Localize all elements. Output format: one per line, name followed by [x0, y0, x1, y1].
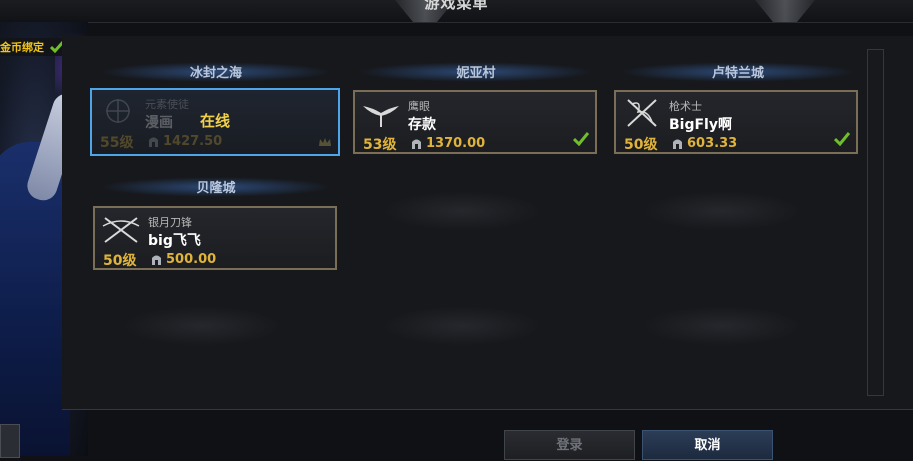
character-class: 元素使徒 [145, 98, 189, 111]
server-title: 妮亚村 [358, 62, 594, 82]
online-status: 在线 [200, 112, 231, 130]
dialog-title: 游戏菜单 [424, 0, 489, 12]
top-bar: 游戏菜单 [0, 0, 913, 23]
bg-emblem [382, 191, 542, 231]
hawkeye-emblem-icon [363, 106, 399, 127]
bg-emblem [382, 306, 542, 346]
character-class: 枪术士 [669, 100, 702, 113]
lancer-emblem-icon [627, 99, 657, 127]
character-name: BigFly啊 [669, 117, 732, 133]
character-level: 55级 [100, 135, 134, 151]
gold-bind-label: 金币绑定 [0, 41, 44, 54]
power-value: 1427.50 [163, 134, 223, 149]
character-power: 500.00 [151, 252, 216, 267]
bg-emblem [642, 306, 802, 346]
crown-icon [319, 138, 331, 146]
character-level: 53级 [363, 137, 397, 153]
power-value: 603.33 [687, 136, 738, 151]
helmet-icon [152, 255, 161, 265]
class-emblem-icon [106, 99, 130, 123]
helmet-icon [673, 139, 682, 149]
character-name: 漫画 [145, 115, 173, 131]
bg-emblem [642, 191, 802, 231]
character-card[interactable]: 枪术士 BigFly啊 50级 603.33 [614, 90, 858, 154]
character-class: 银月刀锋 [148, 216, 192, 229]
left-edge-button[interactable] [0, 424, 20, 458]
divider [62, 409, 913, 410]
character-name: 存款 [408, 117, 436, 133]
character-level: 50级 [103, 253, 137, 269]
gold-bind-indicator: 金币绑定 [0, 38, 68, 56]
helmet-icon [149, 137, 158, 147]
character-level: 50级 [624, 137, 658, 153]
character-power: 1427.50 [148, 134, 222, 149]
server-title: 贝隆城 [100, 177, 332, 197]
character-class: 鹰眼 [408, 100, 430, 113]
character-name: big飞飞 [148, 233, 201, 249]
character-card[interactable]: 鹰眼 存款 53级 1370.00 [353, 90, 597, 154]
check-icon [573, 132, 589, 146]
server-title: 冰封之海 [100, 62, 332, 82]
character-power: 603.33 [672, 136, 737, 151]
bg-emblem [122, 306, 282, 346]
check-icon [834, 132, 850, 146]
character-power: 1370.00 [411, 136, 485, 151]
server-title: 卢特兰城 [620, 62, 856, 82]
scrollbar[interactable] [867, 49, 884, 396]
power-value: 1370.00 [426, 136, 486, 151]
power-value: 500.00 [166, 252, 217, 267]
character-card[interactable]: 银月刀锋 big飞飞 50级 500.00 [93, 206, 337, 270]
blade-emblem-icon [102, 217, 140, 243]
helmet-icon [412, 139, 421, 149]
character-card-selected[interactable]: 元素使徒 漫画 55级 1427.50 在线 [90, 88, 340, 156]
